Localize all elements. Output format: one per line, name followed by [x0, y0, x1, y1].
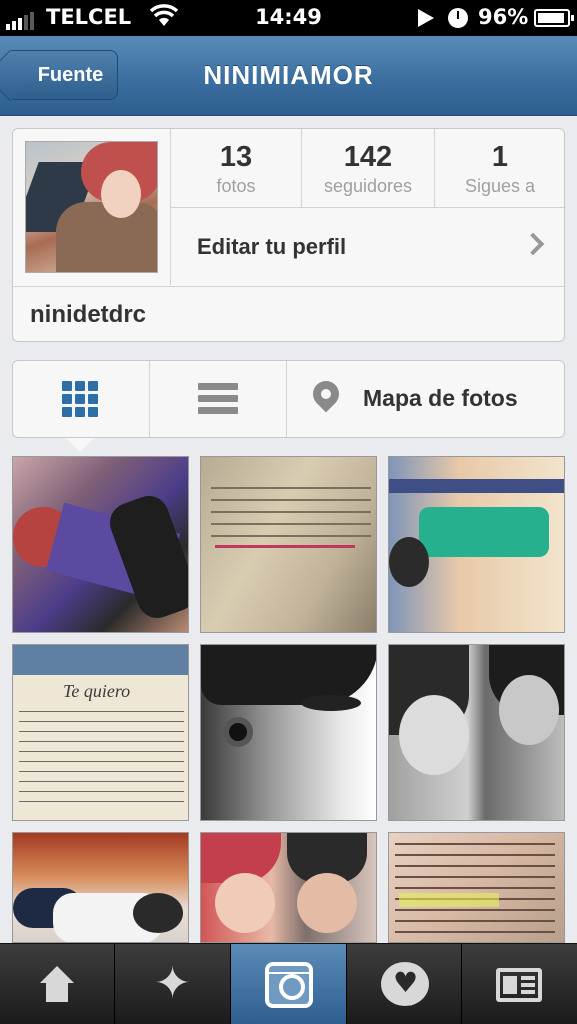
edit-profile-button[interactable]: Editar tu perfil	[171, 208, 565, 285]
profile-card: 13 fotos 142 seguidores 1 Sigues a Edita…	[12, 128, 566, 342]
list-view-button[interactable]	[150, 361, 286, 437]
navigation-bar: Fuente NINIMIAMOR	[0, 36, 577, 116]
username: ninidetdrc	[30, 301, 147, 328]
tab-bar: ✦	[0, 943, 577, 1024]
photo-handwritten-note[interactable]: Te quiero	[12, 644, 189, 821]
page-title: NINIMIAMOR	[203, 60, 374, 90]
battery-icon	[534, 9, 574, 27]
list-icon	[198, 383, 238, 419]
followers-label: seguidores	[323, 176, 413, 196]
followers-count: 142	[343, 141, 393, 173]
alarm-clock-icon	[448, 8, 468, 28]
stat-following[interactable]: 1 Sigues a	[435, 129, 565, 207]
battery-percent: 96%	[478, 5, 529, 29]
username-row: ninidetdrc	[13, 286, 564, 342]
stat-photos[interactable]: 13 fotos	[171, 129, 301, 207]
grid-view-button[interactable]	[13, 361, 149, 437]
stat-followers[interactable]: 142 seguidores	[302, 129, 434, 207]
photo-two-friends[interactable]	[200, 832, 377, 943]
tab-profile[interactable]	[462, 944, 577, 1024]
chevron-right-icon	[521, 232, 545, 256]
photo-lying-girl[interactable]	[12, 832, 189, 943]
photo-bw-closeup[interactable]	[200, 644, 377, 821]
photo-two-girls-bw[interactable]	[388, 644, 565, 821]
following-count: 1	[491, 141, 509, 173]
camera-icon	[265, 962, 313, 1008]
photo-rotated-portrait[interactable]	[388, 456, 565, 633]
photo-book-text[interactable]	[388, 832, 565, 943]
tab-news[interactable]	[347, 944, 462, 1024]
active-tab-pointer	[66, 438, 94, 452]
play-icon	[418, 9, 434, 27]
home-icon	[38, 966, 76, 1002]
photo-book-page[interactable]	[200, 456, 377, 633]
photo-map-label: Mapa de fotos	[363, 385, 518, 411]
following-label: Sigues a	[464, 176, 536, 196]
map-pin-icon	[307, 375, 345, 413]
photos-label: fotos	[216, 176, 256, 196]
tab-explore[interactable]: ✦	[115, 944, 231, 1024]
edit-profile-label: Editar tu perfil	[197, 233, 347, 259]
tab-camera[interactable]	[231, 944, 347, 1024]
photo-mirror-selfie[interactable]	[12, 456, 189, 633]
status-bar: TELCEL 14:49 96%	[0, 0, 577, 36]
avatar[interactable]	[25, 141, 158, 273]
photo-map-button[interactable]: Mapa de fotos	[287, 361, 564, 437]
news-heart-icon	[381, 962, 429, 1006]
tab-home[interactable]	[0, 944, 115, 1024]
photos-count: 13	[219, 141, 253, 173]
view-toggle-bar: Mapa de fotos	[12, 360, 565, 438]
profile-icon	[496, 968, 542, 1002]
explore-star-icon: ✦	[154, 958, 191, 1009]
grid-icon	[62, 381, 98, 417]
